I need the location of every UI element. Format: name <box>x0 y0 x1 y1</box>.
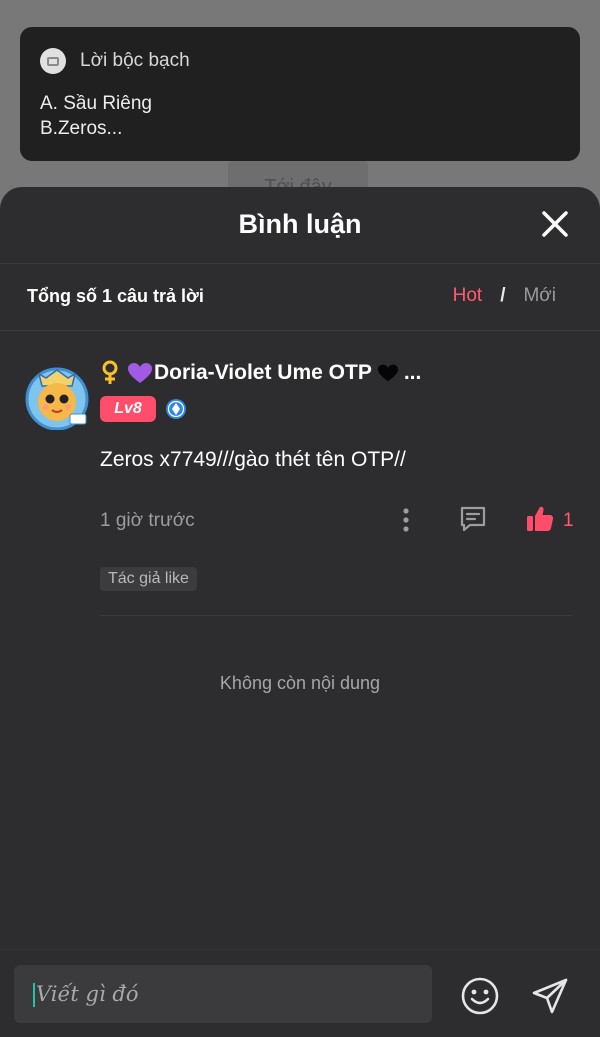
author-liked-tag: Tác giả like <box>100 567 197 591</box>
thumbs-up-icon[interactable] <box>525 504 555 534</box>
comment-divider <box>100 615 572 616</box>
notification-card[interactable]: Lời bộc bạch A. Sầu Riêng B.Zeros... <box>20 27 580 161</box>
comment-input-bar: Viết gì đó <box>0 949 600 1037</box>
black-heart-icon <box>377 364 398 382</box>
notification-line-2: B.Zeros... <box>40 118 123 139</box>
input-placeholder: Viết gì đó <box>36 982 139 1006</box>
comment-text: Zeros x7749///gào thét tên OTP// <box>100 448 406 471</box>
avatar[interactable] <box>22 364 92 430</box>
sort-new-tab[interactable]: Mới <box>523 285 556 307</box>
emoji-icon[interactable] <box>460 976 500 1016</box>
comments-sheet: Bình luận Tổng số 1 câu trả lời Hot / Mớ… <box>0 187 600 1037</box>
diamond-badge-icon <box>166 399 186 419</box>
author-name: Doria-Violet Ume OTP <box>154 361 372 384</box>
text-caret <box>33 983 35 1007</box>
purple-heart-icon <box>128 363 152 383</box>
no-more-content: Không còn nội dung <box>219 673 381 693</box>
comment-input[interactable]: Viết gì đó <box>14 965 432 1023</box>
like-count: 1 <box>563 510 574 531</box>
message-icon <box>40 48 66 74</box>
author-truncation: ... <box>403 361 422 384</box>
more-options-icon[interactable] <box>396 506 416 534</box>
reply-count: Tổng số 1 câu trả lời <box>27 286 204 306</box>
comment-time: 1 giờ trước <box>100 510 195 531</box>
sort-toggle: Hot / Mới <box>453 285 556 307</box>
comment-author[interactable]: Doria-Violet Ume OTP ... <box>100 360 421 386</box>
send-icon[interactable] <box>530 976 570 1016</box>
notification-title: Lời bộc bạch <box>80 50 190 71</box>
sort-separator: / <box>500 285 506 306</box>
sort-hot-tab[interactable]: Hot <box>453 285 483 307</box>
notification-line-1: A. Sầu Riêng <box>40 93 152 114</box>
level-badge: Lv8 <box>100 396 156 422</box>
sheet-title: Bình luận <box>238 209 362 239</box>
close-icon[interactable] <box>540 209 570 239</box>
reply-comment-icon[interactable] <box>458 504 488 534</box>
female-symbol-icon <box>102 360 118 384</box>
